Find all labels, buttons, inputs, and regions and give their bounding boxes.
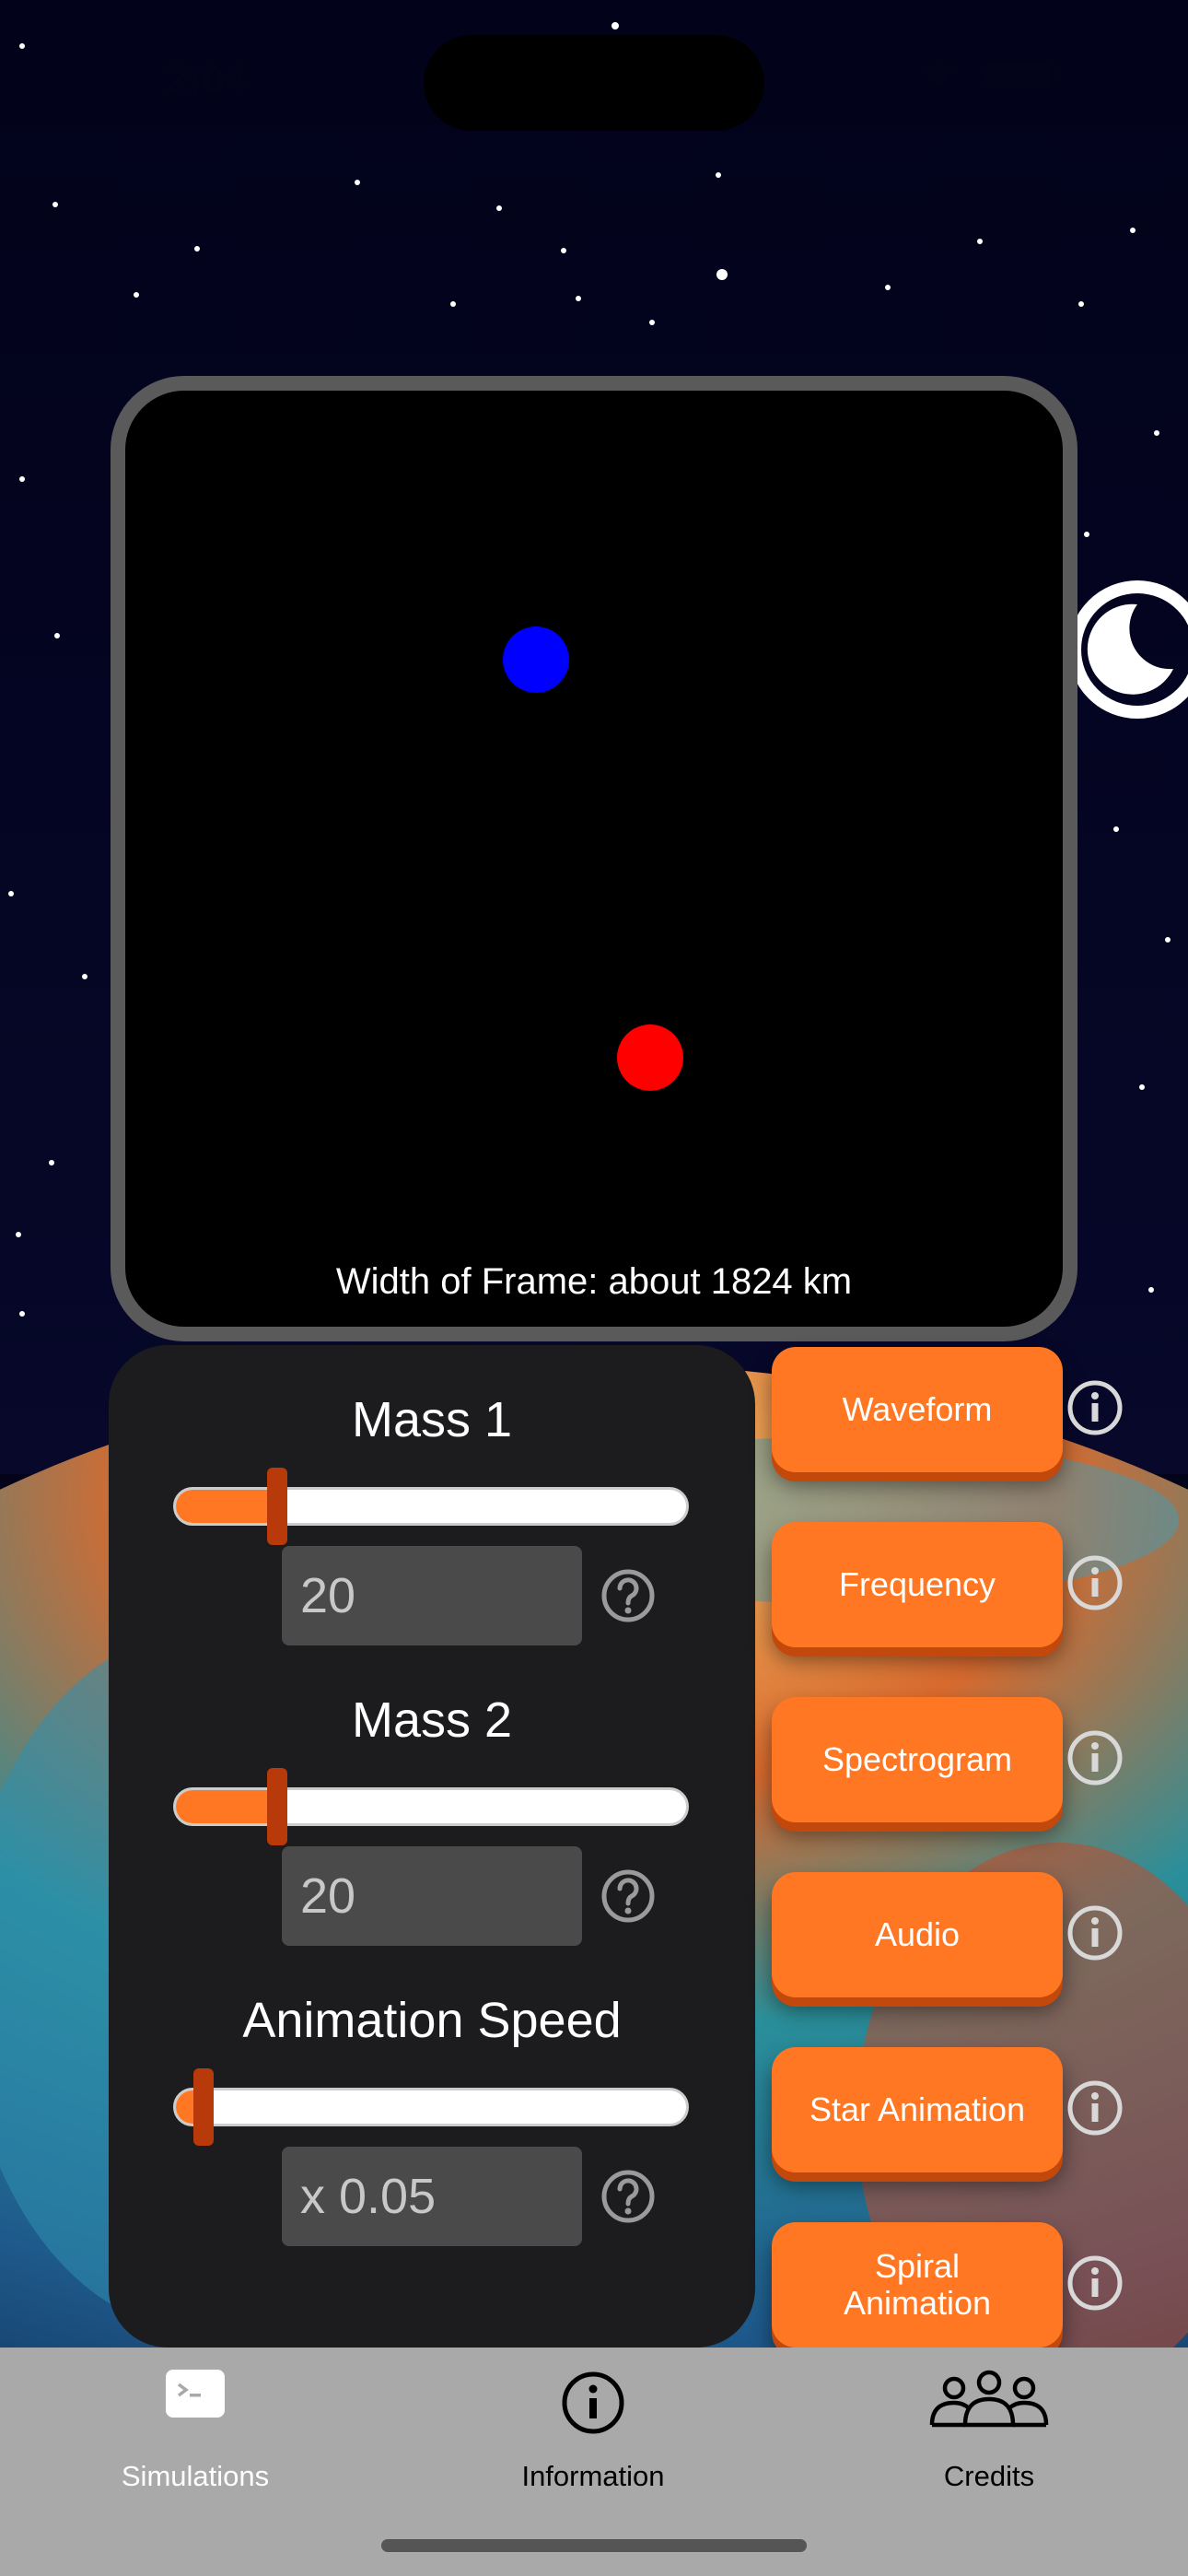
waveform-info-icon[interactable]	[1066, 1378, 1124, 1437]
tab-simulations-label: Simulations	[121, 2460, 270, 2492]
mass1-value-field[interactable]: 20	[282, 1546, 582, 1645]
control-panel: Mass 1 20 Mass 2 20 Animation Speed x 0.…	[109, 1345, 755, 2348]
mass2-slider-thumb[interactable]	[267, 1768, 287, 1845]
tab-simulations[interactable]: Simulations	[57, 2348, 333, 2532]
frame-width-label: Width of Frame: about 1824 km	[335, 1261, 853, 1302]
people-icon	[929, 2370, 1049, 2428]
tab-credits-label: Credits	[943, 2460, 1035, 2492]
tab-credits[interactable]: Credits	[851, 2348, 1127, 2532]
speed-slider-thumb[interactable]	[193, 2068, 214, 2146]
mass1-help-icon[interactable]	[584, 1551, 672, 1640]
mass1-title: Mass 1	[351, 1392, 513, 1447]
spiral-animation-info-icon[interactable]	[1066, 2254, 1124, 2313]
mass1-slider-thumb[interactable]	[267, 1468, 287, 1545]
audio-info-icon[interactable]	[1066, 1903, 1124, 1962]
frequency-info-icon[interactable]	[1066, 1553, 1124, 1612]
mass2-slider-fill	[176, 1790, 277, 1823]
frequency-button[interactable]: Frequency	[772, 1522, 1063, 1647]
spectrogram-info-icon[interactable]	[1066, 1728, 1124, 1787]
speed-help-icon[interactable]	[584, 2152, 672, 2241]
audio-button[interactable]: Audio	[772, 1872, 1063, 1997]
speed-title: Animation Speed	[242, 1993, 622, 2048]
mass2-body	[617, 1025, 683, 1091]
moon-icon[interactable]	[1059, 571, 1188, 728]
star-animation-info-icon[interactable]	[1066, 2078, 1124, 2137]
spiral-animation-button[interactable]: Spiral Animation	[772, 2222, 1063, 2348]
home-indicator	[381, 2539, 807, 2552]
mass1-body	[503, 626, 569, 693]
mass2-slider[interactable]	[173, 1787, 689, 1826]
tab-information[interactable]: Information	[455, 2348, 731, 2532]
mass2-value-field[interactable]: 20	[282, 1846, 582, 1946]
status-icons	[925, 63, 1059, 88]
simulation-frame: Width of Frame: about 1824 km	[111, 376, 1077, 1341]
mass2-help-icon[interactable]	[584, 1852, 672, 1940]
mass1-slider[interactable]	[173, 1487, 689, 1526]
info-circle-icon	[562, 2371, 624, 2434]
tab-information-label: Information	[521, 2460, 665, 2492]
mass2-title: Mass 2	[351, 1692, 513, 1748]
mass1-slider-fill	[176, 1490, 277, 1523]
dynamic-island	[424, 35, 764, 131]
spectrogram-button[interactable]: Spectrogram	[772, 1697, 1063, 1822]
status-time: 2:04	[166, 57, 248, 102]
speed-value-field[interactable]: x 0.05	[282, 2147, 582, 2246]
waveform-button[interactable]: Waveform	[772, 1347, 1063, 1472]
speed-slider[interactable]	[173, 2088, 689, 2126]
terminal-icon	[166, 2370, 225, 2418]
star-animation-button[interactable]: Star Animation	[772, 2047, 1063, 2172]
